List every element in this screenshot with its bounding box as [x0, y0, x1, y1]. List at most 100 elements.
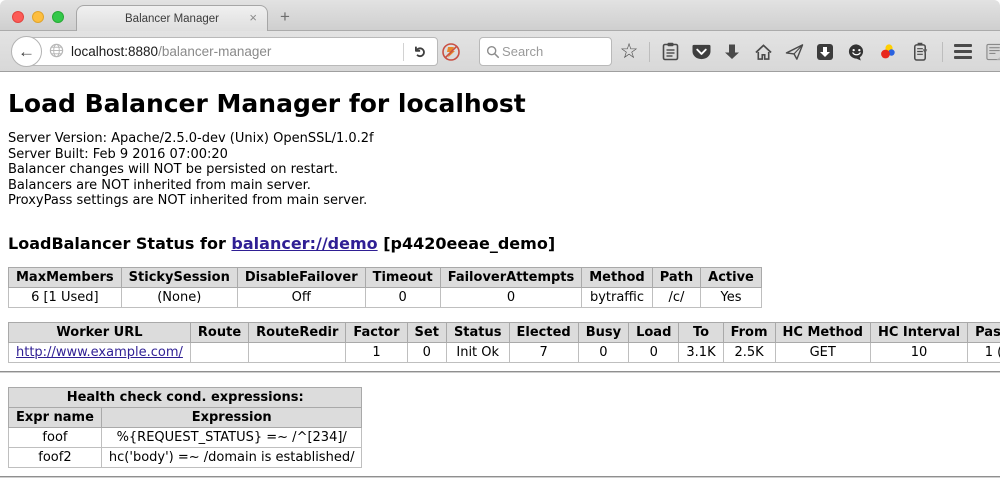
table-row: 6 [1 Used] (None) Off 0 0 bytraffic /c/ …: [9, 287, 762, 307]
cell-hc-method: GET: [775, 342, 870, 362]
balancer-heading-suffix: [p4420eeae_demo]: [378, 234, 556, 253]
tab-balancer-manager[interactable]: Balancer Manager ×: [76, 5, 268, 32]
url-bar[interactable]: localhost:8880/balancer-manager ↻: [26, 37, 438, 66]
cell-to: 3.1K: [679, 342, 723, 362]
worker-url-link[interactable]: http://www.example.com/: [16, 345, 183, 360]
cell-expr-name: foof: [9, 427, 102, 447]
cell-route: [190, 342, 248, 362]
battery-icon[interactable]: ▾: [907, 41, 933, 63]
cell-stickysession: (None): [121, 287, 237, 307]
tab-strip: Balancer Manager × +: [0, 0, 1000, 31]
cell-routeredir: [249, 342, 346, 362]
cell-path: /c/: [652, 287, 700, 307]
back-button[interactable]: ←: [11, 36, 42, 67]
url-path: /balancer-manager: [158, 44, 271, 59]
toolbar-icons: ☆: [618, 31, 1000, 72]
col-elected: Elected: [509, 322, 578, 342]
inherit-warning-line: Balancers are NOT inherited from main se…: [8, 178, 992, 194]
reload-button[interactable]: ↻: [412, 35, 430, 68]
video-download-icon[interactable]: [814, 41, 836, 63]
search-icon: [486, 44, 500, 60]
toolbar-separator: [649, 42, 650, 62]
menu-icon[interactable]: [952, 41, 974, 63]
cell-hc-interval: 10: [870, 342, 967, 362]
health-table-title: Health check cond. expressions:: [9, 387, 362, 407]
proxypass-warning-line: ProxyPass settings are NOT inherited fro…: [8, 193, 992, 209]
clipboard-icon[interactable]: [659, 41, 681, 63]
search-input[interactable]: [500, 43, 605, 60]
cell-maxmembers: 6 [1 Used]: [9, 287, 122, 307]
bookmark-star-icon[interactable]: ☆: [618, 41, 640, 63]
browser-window: Balancer Manager × + ← localhost:8880/ba…: [0, 0, 1000, 491]
chat-smiley-icon[interactable]: [845, 41, 867, 63]
page-title: Load Balancer Manager for localhost: [8, 72, 992, 118]
table-row: foof %{REQUEST_STATUS} =~ /^[234]/: [9, 427, 362, 447]
col-expr-name: Expr name: [9, 407, 102, 427]
minimize-window-button[interactable]: [32, 11, 44, 23]
balancer-demo-link[interactable]: balancer://demo: [231, 234, 377, 253]
col-route: Route: [190, 322, 248, 342]
col-status: Status: [446, 322, 509, 342]
home-icon[interactable]: [752, 41, 774, 63]
table-header-row: Worker URL Route RouteRedir Factor Set S…: [9, 322, 1000, 342]
send-icon[interactable]: [783, 41, 805, 63]
server-version-line: Server Version: Apache/2.5.0-dev (Unix) …: [8, 131, 992, 147]
col-to: To: [679, 322, 723, 342]
col-stickysession: StickySession: [121, 267, 237, 287]
col-method: Method: [582, 267, 652, 287]
download-icon[interactable]: [721, 41, 743, 63]
col-worker-url: Worker URL: [9, 322, 191, 342]
col-failoverattempts: FailoverAttempts: [440, 267, 582, 287]
new-tab-button[interactable]: +: [280, 8, 290, 25]
col-disablefailover: DisableFailover: [237, 267, 365, 287]
cell-factor: 1: [346, 342, 407, 362]
close-window-button[interactable]: [12, 11, 24, 23]
bottom-divider: [0, 476, 1000, 478]
col-maxmembers: MaxMembers: [9, 267, 122, 287]
col-routeredir: RouteRedir: [249, 322, 346, 342]
tab-close-icon[interactable]: ×: [249, 11, 257, 24]
cell-set: 0: [407, 342, 446, 362]
zoom-window-button[interactable]: [52, 11, 64, 23]
colored-dots-icon[interactable]: [876, 41, 898, 63]
balancer-heading-prefix: LoadBalancer Status for: [8, 234, 231, 253]
table-title-row: Health check cond. expressions:: [9, 387, 362, 407]
section-divider: [0, 371, 1000, 373]
col-expression: Expression: [101, 407, 362, 427]
table-row: http://www.example.com/ 1 0 Init Ok 7 0 …: [9, 342, 1000, 362]
cell-expression: hc('body') =~ /domain is established/: [101, 447, 362, 467]
col-active: Active: [701, 267, 762, 287]
tab-title: Balancer Manager: [125, 13, 219, 25]
cell-elected: 7: [509, 342, 578, 362]
col-passes: Passes: [968, 322, 1000, 342]
globe-icon: [49, 43, 64, 61]
col-factor: Factor: [346, 322, 407, 342]
cell-active: Yes: [701, 287, 762, 307]
server-info: Server Version: Apache/2.5.0-dev (Unix) …: [8, 131, 992, 209]
col-timeout: Timeout: [365, 267, 440, 287]
health-check-table: Health check cond. expressions: Expr nam…: [8, 387, 362, 468]
cell-disablefailover: Off: [237, 287, 365, 307]
toolbar-separator: [942, 42, 943, 62]
page-icon[interactable]: [983, 41, 1000, 63]
battery-caret-icon: ▾: [923, 46, 928, 57]
pocket-icon[interactable]: [690, 41, 712, 63]
flash-blocked-icon[interactable]: [442, 43, 460, 66]
col-from: From: [723, 322, 775, 342]
back-icon: ←: [18, 42, 35, 62]
window-controls: [12, 11, 64, 23]
search-bar[interactable]: [479, 37, 612, 66]
col-hc-method: HC Method: [775, 322, 870, 342]
balancer-summary-table: MaxMembers StickySession DisableFailover…: [8, 267, 762, 308]
cell-from: 2.5K: [723, 342, 775, 362]
col-load: Load: [629, 322, 679, 342]
balancer-status-heading: LoadBalancer Status for balancer://demo …: [8, 234, 992, 253]
worker-table: Worker URL Route RouteRedir Factor Set S…: [8, 322, 1000, 363]
server-built-line: Server Built: Feb 9 2016 07:00:20: [8, 147, 992, 163]
url-domain: localhost:8880: [71, 44, 158, 59]
urlbar-separator: [403, 43, 404, 61]
cell-status: Init Ok: [446, 342, 509, 362]
cell-passes: 1 (0): [968, 342, 1000, 362]
col-path: Path: [652, 267, 700, 287]
cell-busy: 0: [578, 342, 628, 362]
